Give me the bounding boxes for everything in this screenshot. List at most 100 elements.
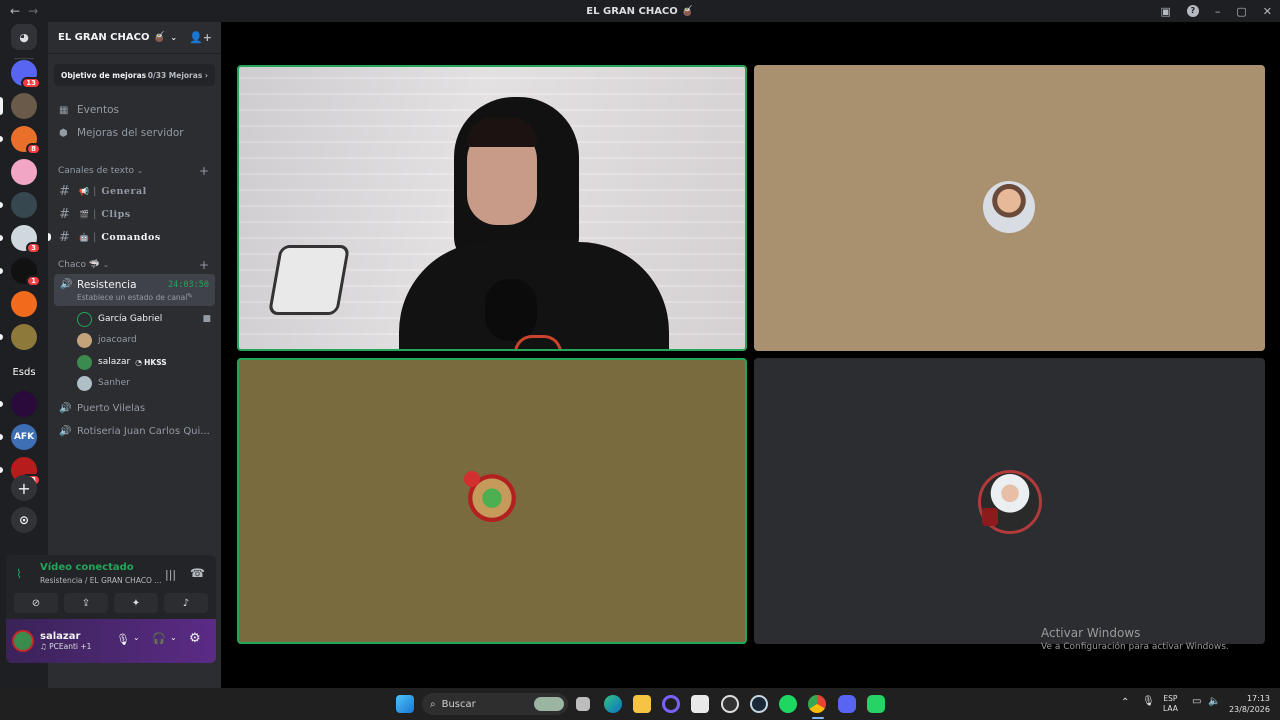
obs-icon[interactable] <box>721 695 739 713</box>
headphones-icon[interactable]: 🎧 <box>152 632 166 645</box>
add-channel-icon[interactable]: + <box>199 258 209 272</box>
back-arrow-icon[interactable]: ← <box>10 4 20 18</box>
text-channel[interactable]: # 🤖 | Comandos <box>48 229 221 245</box>
file-explorer-icon[interactable] <box>633 695 651 713</box>
server-icon[interactable]: 1 <box>11 258 41 287</box>
discord-home-icon[interactable]: ◕ <box>11 24 37 50</box>
chevron-down-icon: ⌄ <box>170 33 178 42</box>
disconnect-icon[interactable]: ☎ <box>190 566 205 580</box>
microphone-icon[interactable]: 🎙 <box>116 633 130 646</box>
server-icon[interactable]: 8 <box>11 126 41 155</box>
server-icon[interactable] <box>11 159 37 185</box>
language-indicator[interactable]: ESP LAA <box>1163 694 1178 714</box>
windows-start-icon[interactable] <box>396 695 414 713</box>
events-link[interactable]: ▦ Eventos <box>48 102 221 118</box>
video-tile-sanher[interactable] <box>754 358 1265 644</box>
help-icon[interactable]: ? <box>1186 5 1199 17</box>
voice-channel-name: Resistencia <box>77 279 137 291</box>
hashtag-icon: # <box>59 206 70 222</box>
voice-member[interactable]: joacoard <box>48 331 221 349</box>
pencil-icon[interactable]: ✎ <box>187 292 193 300</box>
invite-icon[interactable]: 👤+ <box>189 31 212 44</box>
screen-share-icon: ⇪ <box>81 597 91 609</box>
discord-taskbar-icon[interactable] <box>838 695 856 713</box>
server-boosts-link[interactable]: ⬢ Mejoras del servidor <box>48 125 221 141</box>
server-header[interactable]: EL GRAN CHACO 🧉 ⌄ 👤+ <box>48 22 221 54</box>
text-channel[interactable]: # 🎬 | Clips <box>48 206 221 222</box>
video-tile-salazar[interactable] <box>237 358 747 644</box>
text-channel[interactable]: # 📢 | General <box>48 183 221 199</box>
member-tag: HKSS <box>144 357 167 367</box>
forward-arrow-icon[interactable]: → <box>28 4 38 18</box>
server-icon[interactable]: AFK <box>11 424 37 450</box>
channel-status[interactable]: Establece un estado de canal <box>77 293 187 302</box>
username: salazar <box>40 631 81 642</box>
boost-goal[interactable]: Objetivo de mejoras 0/33 Mejoras › <box>54 64 215 86</box>
voice-connection-panel: ⌇ Vídeo conectado Resistencia / EL GRAN … <box>6 555 216 619</box>
network-icon[interactable]: ▭ <box>1192 696 1201 707</box>
microphone-tray-icon[interactable]: 🎙 <box>1142 696 1155 707</box>
voice-location[interactable]: Resistencia / EL GRAN CHACO ... <box>40 576 162 585</box>
minimize-icon[interactable]: – <box>1215 5 1221 18</box>
taskbar-search-input[interactable]: ⌕ Buscar <box>422 693 568 715</box>
whatsapp-icon[interactable] <box>867 695 885 713</box>
server-icon[interactable] <box>11 324 37 350</box>
member-name: salazar <box>98 357 131 367</box>
clock[interactable]: 17:13 23/8/2026 <box>1226 693 1270 715</box>
volume-icon[interactable]: 🔈 <box>1208 696 1220 707</box>
signal-icon[interactable]: ⌇ <box>16 567 22 581</box>
server-icon[interactable]: 3 <box>11 225 41 254</box>
noise-suppression-icon[interactable]: ||| <box>165 568 176 581</box>
search-icon: ⌕ <box>430 698 436 710</box>
server-icon[interactable] <box>11 192 37 218</box>
chevron-down-icon[interactable]: ⌄ <box>133 633 140 642</box>
soundboard-icon: ♪ <box>182 597 190 609</box>
task-view-icon[interactable] <box>576 697 590 711</box>
voice-member[interactable]: Sanher <box>48 374 221 392</box>
voice-timer: 24:03:50 <box>168 280 209 290</box>
category-voice-chaco[interactable]: Chaco 🦈 ⌄ + <box>48 258 221 272</box>
store-icon[interactable] <box>691 695 709 713</box>
voice-channel[interactable]: 🔊 Puerto Vilelas <box>48 400 221 416</box>
screen-share-button[interactable]: ⇪ <box>64 593 108 613</box>
search-placeholder: Buscar <box>441 698 476 710</box>
avatar[interactable] <box>12 630 34 652</box>
inbox-icon[interactable]: ▣ <box>1160 5 1170 18</box>
server-icon[interactable] <box>11 93 37 119</box>
chevron-down-icon[interactable]: ⌄ <box>170 633 177 642</box>
hashtag-icon: # <box>59 229 70 245</box>
category-text-channels[interactable]: Canales de texto ⌄ + <box>48 164 221 178</box>
soundboard-button[interactable]: ♪ <box>164 593 208 613</box>
video-tile-joacoard[interactable] <box>754 65 1265 351</box>
chevron-up-icon[interactable]: ⌃ <box>1121 697 1129 708</box>
video-tile-garcia-gabriel[interactable] <box>237 65 747 351</box>
voice-channel[interactable]: 🔊 Rotiseria Juan Carlos Qui... <box>48 423 221 439</box>
speaker-icon: 🔊 <box>59 425 72 437</box>
server-icon[interactable] <box>11 291 37 317</box>
voice-channel-resistencia[interactable]: 🔊 Resistencia 24:03:50 Establece un esta… <box>54 274 215 306</box>
server-icon[interactable]: 13 <box>11 60 41 89</box>
maximize-icon[interactable]: ▢ <box>1236 5 1246 18</box>
person-hair <box>467 117 537 147</box>
cortana-icon[interactable] <box>662 695 680 713</box>
search-highlight-icon <box>534 697 564 711</box>
add-channel-icon[interactable]: + <box>199 164 209 178</box>
chrome-icon[interactable] <box>808 695 826 713</box>
steam-icon[interactable] <box>750 695 768 713</box>
voice-member[interactable]: García Gabriel ■ <box>48 310 221 328</box>
activities-button[interactable]: ✦ <box>114 593 158 613</box>
server-boosts-label: Mejoras del servidor <box>77 127 184 139</box>
close-icon[interactable]: ✕ <box>1263 5 1272 18</box>
settings-gear-icon[interactable]: ⚙ <box>189 631 201 646</box>
speaker-icon: 🔊 <box>59 402 72 414</box>
camera-off-button[interactable]: ⊘ <box>14 593 58 613</box>
server-icon[interactable]: Esds <box>11 359 37 385</box>
add-server-icon[interactable]: + <box>11 475 37 501</box>
spotify-icon[interactable] <box>779 695 797 713</box>
edge-browser-icon[interactable] <box>604 695 622 713</box>
channel-emoji: 🎬 <box>79 209 89 219</box>
explore-servers-icon[interactable]: ⊙ <box>11 507 37 533</box>
server-initials: AFK <box>13 432 35 442</box>
voice-member[interactable]: salazar ◔ HKSS <box>48 353 221 371</box>
server-icon[interactable] <box>11 391 37 417</box>
